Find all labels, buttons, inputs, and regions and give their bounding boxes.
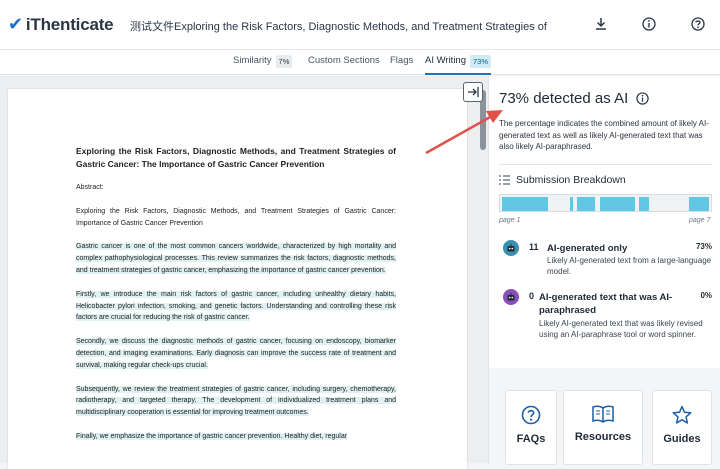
- collapse-panel-button[interactable]: [463, 82, 483, 102]
- help-icon[interactable]: [686, 12, 710, 36]
- tab-bar: Similarity 7% Custom Sections Flags AI W…: [0, 50, 720, 75]
- top-bar: ✔ iThenticate 测试文件Exploring the Risk Fac…: [0, 0, 720, 50]
- document-title: 测试文件Exploring the Risk Factors, Diagnost…: [130, 21, 550, 33]
- tab-ai-writing[interactable]: AI Writing 73%: [425, 54, 492, 75]
- submission-breakdown-title: Submission Breakdown: [499, 174, 626, 186]
- logo-text: iThenticate: [25, 14, 114, 34]
- star-icon: [672, 405, 692, 424]
- ai-generated-count: 11: [529, 242, 539, 252]
- abstract-text: Exploring the Risk Factors, Diagnostic M…: [76, 207, 396, 227]
- document-viewer[interactable]: Exploring the Risk Factors, Diagnostic M…: [0, 76, 488, 469]
- abstract-label: Abstract:: [76, 184, 104, 191]
- checkmark-icon: ✔: [8, 14, 23, 34]
- ai-segment[interactable]: [502, 197, 548, 211]
- ai-generated-only-item[interactable]: 11 AI-generated only 73% Likely AI-gener…: [499, 240, 714, 290]
- highlighted-paragraph[interactable]: Firstly, we introduce the main risk fact…: [76, 289, 396, 324]
- similarity-badge: 7%: [275, 55, 293, 68]
- guides-card[interactable]: Guides: [652, 390, 712, 465]
- document-page: Exploring the Risk Factors, Diagnostic M…: [8, 89, 467, 469]
- ai-segment[interactable]: [570, 197, 573, 211]
- robot-icon: [503, 289, 519, 305]
- tab-similarity[interactable]: Similarity 7%: [233, 54, 293, 75]
- document-heading: Exploring the Risk Factors, Diagnostic M…: [76, 146, 396, 169]
- help-cards-area: FAQs Resources Guides: [488, 368, 720, 465]
- page-start-label: page 1: [499, 217, 521, 224]
- robot-icon: [503, 240, 519, 256]
- document-content: Exploring the Risk Factors, Diagnostic M…: [76, 145, 396, 455]
- info-icon[interactable]: [636, 92, 649, 105]
- resources-card[interactable]: Resources: [563, 390, 643, 465]
- list-icon: [499, 175, 510, 185]
- ai-paraphrased-item[interactable]: 0 AI-generated text that was AI-paraphra…: [499, 289, 714, 359]
- faqs-label: FAQs: [516, 433, 546, 445]
- ai-segment[interactable]: [577, 197, 595, 211]
- tab-custom-sections[interactable]: Custom Sections: [308, 54, 380, 75]
- collapse-icon: [468, 87, 479, 97]
- ai-paraphrased-label: AI-generated text that was AI-paraphrase…: [539, 292, 673, 316]
- page-end-label: page 7: [689, 217, 711, 224]
- tab-flags[interactable]: Flags: [390, 54, 413, 75]
- logo[interactable]: ✔ iThenticate: [8, 14, 114, 35]
- ai-generated-percent: 73%: [695, 242, 712, 251]
- ai-generated-description: Likely AI-generated text from a large-la…: [547, 256, 712, 276]
- ai-paraphrased-count: 0: [529, 291, 535, 301]
- faqs-card[interactable]: FAQs: [505, 390, 557, 465]
- tab-label: AI Writing: [425, 55, 467, 66]
- divider: [499, 164, 712, 165]
- ai-score-title: 73% detected as AI: [499, 90, 649, 107]
- highlighted-paragraph[interactable]: Finally, we emphasize the importance of …: [76, 431, 396, 443]
- resources-label: Resources: [574, 431, 632, 443]
- highlighted-paragraph[interactable]: Gastric cancer is one of the most common…: [76, 241, 396, 276]
- book-icon: [592, 405, 614, 423]
- guides-label: Guides: [663, 433, 701, 445]
- ai-generated-label: AI-generated only: [547, 243, 628, 254]
- info-icon[interactable]: [637, 12, 661, 36]
- highlighted-paragraph[interactable]: Secondly, we discuss the diagnostic meth…: [76, 336, 396, 371]
- tab-label: Custom Sections: [308, 55, 380, 66]
- ai-segment[interactable]: [689, 197, 709, 211]
- ai-paraphrased-percent: 0%: [700, 291, 712, 300]
- download-icon[interactable]: [589, 12, 613, 36]
- submission-breakdown-bar[interactable]: [499, 194, 712, 212]
- ai-writing-badge: 73%: [470, 55, 492, 68]
- tab-label: Flags: [390, 55, 414, 66]
- ai-segment[interactable]: [600, 197, 635, 211]
- ai-paraphrased-description: Likely AI-generated text that was likely…: [539, 319, 703, 339]
- highlighted-paragraph[interactable]: Subsequently, we review the treatment st…: [76, 384, 396, 419]
- tab-label: Similarity: [233, 55, 272, 66]
- ai-detection-panel: 73% detected as AI The percentage indica…: [488, 76, 720, 368]
- ai-score-description: The percentage indicates the combined am…: [499, 119, 709, 151]
- question-icon: [521, 405, 541, 425]
- ai-segment[interactable]: [639, 197, 649, 211]
